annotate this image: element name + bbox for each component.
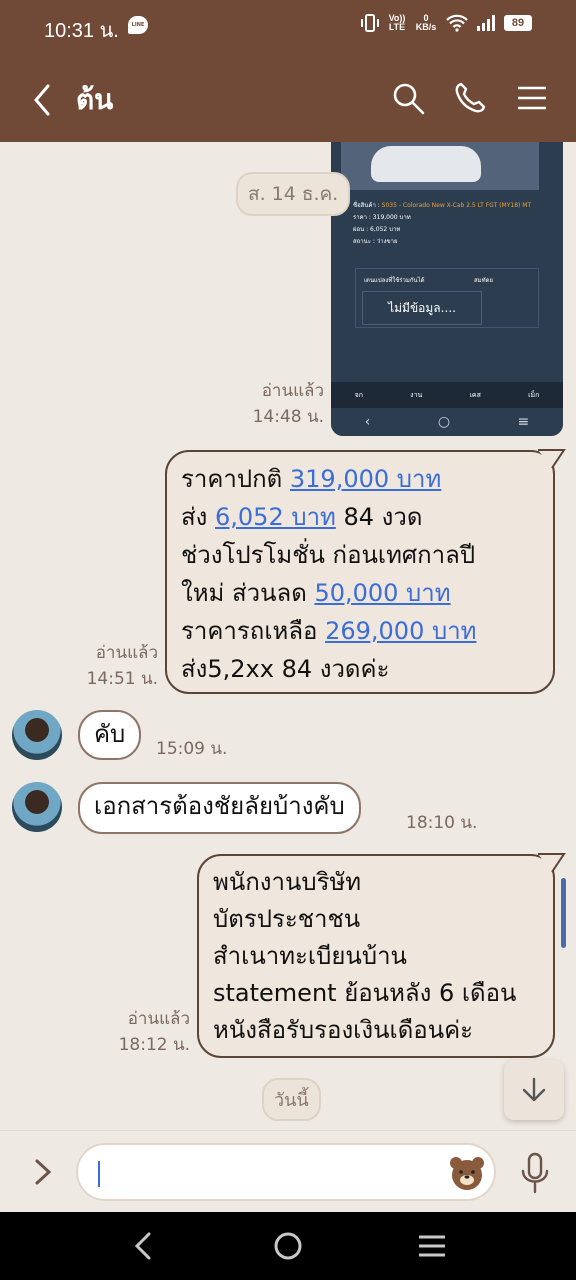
menu-icon: ≡ bbox=[517, 414, 530, 430]
message-time: 18:12 น. bbox=[118, 1035, 190, 1055]
battery-icon: 89 bbox=[504, 15, 532, 31]
message-text: ราคาปกติ bbox=[181, 465, 290, 493]
message-text: สำเนาทะเบียนบ้าน bbox=[213, 942, 407, 970]
table-header: เดนแปลงที่ใช้ร่วมกันได้ bbox=[364, 277, 425, 284]
nav-label: จก bbox=[354, 390, 363, 399]
line-notification-icon: LINE bbox=[128, 16, 148, 34]
message-text: หนังสือรับรองเงินเดือนค่ะ bbox=[213, 1016, 474, 1044]
read-receipt: อ่านแล้ว bbox=[95, 643, 158, 663]
read-receipt: อ่านแล้ว bbox=[261, 381, 324, 401]
date-separator: วันนี้ bbox=[262, 1078, 321, 1121]
signal-icon bbox=[477, 15, 495, 31]
price-link[interactable]: 269,000 บาท bbox=[325, 617, 476, 645]
nav-back-icon[interactable] bbox=[126, 1228, 162, 1264]
message-text: ส่ง bbox=[181, 503, 215, 531]
hamburger-menu-icon[interactable] bbox=[514, 80, 550, 116]
message-meta: อ่านแล้ว 18:12 น. bbox=[104, 1006, 190, 1058]
chat-title: ต้น bbox=[76, 83, 114, 116]
back-icon: ‹ bbox=[364, 414, 371, 430]
message-text: 84 งวด bbox=[335, 503, 423, 531]
message-input-bar bbox=[0, 1130, 576, 1212]
nav-label: เม็ก bbox=[528, 390, 540, 399]
scrollbar[interactable] bbox=[561, 878, 566, 948]
date-separator: ส. 14 ธ.ค. bbox=[236, 172, 351, 216]
nav-home-icon[interactable] bbox=[270, 1228, 306, 1264]
chat-header: ต้น bbox=[0, 56, 576, 142]
car-image bbox=[341, 142, 539, 190]
message-text: ส่ง5,2xx 84 งวดค่ะ bbox=[181, 655, 390, 683]
outgoing-message[interactable]: พนักงานบริษัท บัตรประชาชน สำเนาทะเบียนบ้… bbox=[197, 854, 555, 1058]
message-meta: อ่านแล้ว 14:51 น. bbox=[72, 640, 158, 692]
text-caret bbox=[98, 1161, 100, 1187]
back-chevron-icon[interactable] bbox=[28, 80, 60, 120]
message-time: 14:51 น. bbox=[86, 669, 158, 689]
table-header: สมทัดย bbox=[474, 277, 493, 284]
product-status: สถานะ : ว่างขาย bbox=[353, 238, 398, 245]
avatar[interactable] bbox=[12, 710, 62, 760]
message-meta: อ่านแล้ว 14:48 น. bbox=[240, 378, 324, 430]
incoming-message[interactable]: คับ bbox=[78, 710, 142, 760]
wifi-icon bbox=[446, 14, 468, 32]
network-speed: 0 KB/s bbox=[415, 13, 437, 32]
avatar[interactable] bbox=[12, 782, 62, 832]
chat-message-list[interactable]: ชื่อสินค้า : S035 - Colorado New X-Cab 2… bbox=[0, 142, 576, 1130]
bubble-tail bbox=[538, 853, 566, 873]
price-link[interactable]: 6,052 บาท bbox=[215, 503, 336, 531]
product-installment: ผ่อน : 6,052 บาท bbox=[353, 226, 401, 233]
screenshot-product-info: ชื่อสินค้า : S035 - Colorado New X-Cab 2… bbox=[353, 200, 543, 248]
price-link[interactable]: 50,000 บาท bbox=[314, 579, 450, 607]
search-icon[interactable] bbox=[390, 80, 426, 116]
message-input[interactable] bbox=[76, 1143, 496, 1201]
screenshot-table: เดนแปลงที่ใช้ร่วมกันได้ สมทัดย ไม่มีข้อม… bbox=[355, 268, 539, 328]
phone-icon[interactable] bbox=[452, 80, 488, 116]
message-time: 14:48 น. bbox=[252, 407, 324, 427]
home-icon: ○ bbox=[437, 414, 451, 430]
product-name: S035 - Colorado New X-Cab 2.5 LT FGT (MY… bbox=[381, 202, 532, 209]
message-time: 15:09 น. bbox=[156, 739, 228, 759]
message-text: statement ย้อนหลัง 6 เดือน bbox=[213, 979, 517, 1007]
nav-recents-icon[interactable] bbox=[414, 1228, 450, 1264]
nav-label: เคส bbox=[469, 390, 481, 399]
sticker-bear-icon[interactable] bbox=[448, 1155, 486, 1191]
message-text: พนักงานบริษัท bbox=[213, 868, 362, 896]
incoming-message[interactable]: เอกสารต้องชัยลัยบ้างคับ bbox=[78, 782, 361, 834]
image-message-screenshot[interactable]: ชื่อสินค้า : S035 - Colorado New X-Cab 2… bbox=[331, 142, 563, 436]
volte-indicator: Vo)) LTE bbox=[388, 13, 406, 32]
status-icons: Vo)) LTE 0 KB/s 89 bbox=[360, 14, 532, 32]
price-link[interactable]: 319,000 บาท bbox=[290, 465, 441, 493]
scroll-to-bottom-button[interactable] bbox=[504, 1060, 564, 1120]
system-nav-bar bbox=[0, 1212, 576, 1280]
product-label: ชื่อสินค้า : bbox=[353, 202, 382, 209]
bubble-tail bbox=[538, 449, 566, 469]
empty-state: ไม่มีข้อมูล.... bbox=[362, 291, 482, 325]
status-bar: 10:31 น. LINE Vo)) LTE 0 KB/s 89 bbox=[0, 0, 576, 56]
product-price: ราคา : 319,000 บาท bbox=[353, 214, 411, 221]
outgoing-message[interactable]: ราคาปกติ 319,000 บาท ส่ง 6,052 บาท 84 งว… bbox=[165, 450, 555, 694]
read-receipt: อ่านแล้ว bbox=[127, 1009, 190, 1029]
message-text: ใหม่ ส่วนลด bbox=[181, 579, 315, 607]
vibrate-icon bbox=[361, 14, 379, 32]
nav-label: งาน bbox=[410, 390, 423, 399]
status-time: 10:31 น. bbox=[44, 20, 119, 42]
message-text: บัตรประชาชน bbox=[213, 905, 361, 933]
screenshot-system-nav: ‹ ○ ≡ bbox=[331, 408, 563, 436]
chevron-right-icon[interactable] bbox=[28, 1153, 58, 1191]
arrow-down-icon bbox=[522, 1077, 546, 1102]
message-time: 18:10 น. bbox=[406, 813, 478, 833]
microphone-icon[interactable] bbox=[518, 1151, 552, 1195]
screenshot-nav: จก งาน เคส เม็ก bbox=[331, 382, 563, 408]
message-text: ราคารถเหลือ bbox=[181, 617, 326, 645]
message-text: ช่วงโปรโมชั่น ก่อนเทศกาลปี bbox=[181, 541, 476, 569]
